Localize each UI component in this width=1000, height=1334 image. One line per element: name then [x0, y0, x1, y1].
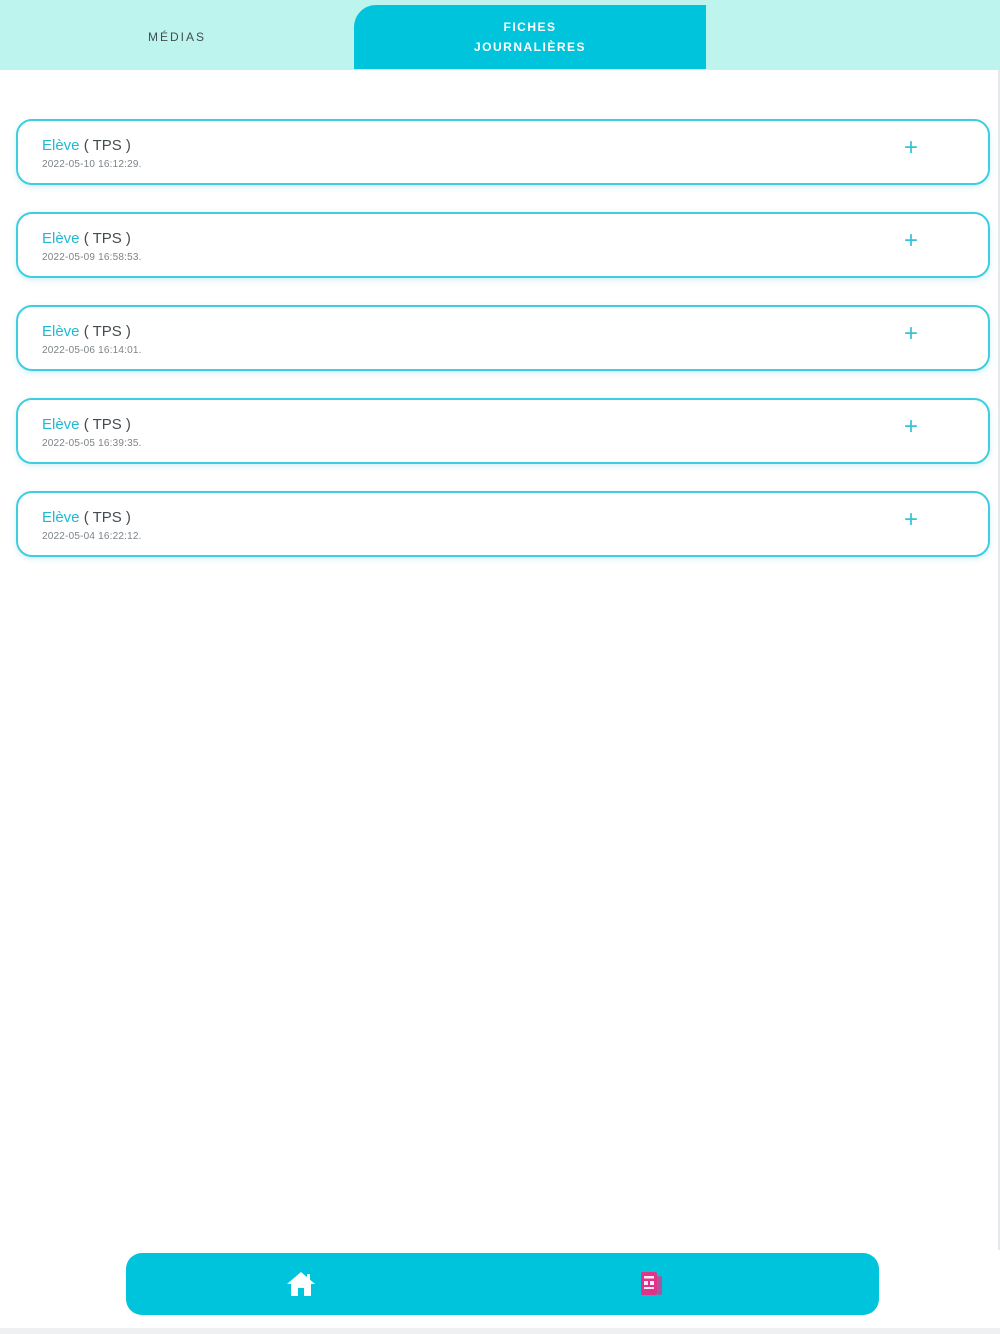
entry-class: ( TPS ) — [79, 230, 131, 247]
plus-icon[interactable]: + — [900, 229, 922, 253]
plus-icon[interactable]: + — [900, 136, 922, 160]
entry-class: ( TPS ) — [79, 509, 131, 526]
entry-role: Elève — [42, 230, 80, 247]
bottom-navigation — [126, 1253, 879, 1315]
entry-class: ( TPS ) — [79, 416, 131, 433]
plus-icon[interactable]: + — [900, 508, 922, 532]
tab-fiches-label-line2: JOURNALIÈRES — [473, 40, 586, 54]
daily-sheets-button[interactable] — [591, 1253, 711, 1315]
list-item[interactable]: Elève ( TPS ) 2022-05-06 16:14:01. + — [16, 305, 990, 371]
list-item[interactable]: Elève ( TPS ) 2022-05-05 16:39:35. + — [16, 398, 990, 464]
home-button[interactable] — [241, 1253, 361, 1315]
entry-role: Elève — [42, 416, 80, 433]
tab-bar: MÉDIAS FICHES JOURNALIÈRES — [0, 0, 1000, 70]
list-item[interactable]: Elève ( TPS ) 2022-05-04 16:22:12. + — [16, 491, 990, 557]
entry-date: 2022-05-05 16:39:35. — [42, 438, 142, 449]
entry-class: ( TPS ) — [79, 137, 131, 154]
entry-role: Elève — [42, 137, 80, 154]
entry-title: Elève ( TPS ) — [42, 416, 131, 434]
screen-bottom-edge — [0, 1328, 1000, 1334]
entry-role: Elève — [42, 509, 80, 526]
plus-icon[interactable]: + — [900, 415, 922, 439]
entry-title: Elève ( TPS ) — [42, 230, 131, 248]
plus-icon[interactable]: + — [900, 322, 922, 346]
entry-date: 2022-05-04 16:22:12. — [42, 531, 142, 542]
tab-medias-label: MÉDIAS — [147, 30, 206, 44]
entry-title: Elève ( TPS ) — [42, 137, 131, 155]
entry-title: Elève ( TPS ) — [42, 509, 131, 527]
daily-sheets-list: Elève ( TPS ) 2022-05-10 16:12:29. + Elè… — [16, 119, 990, 584]
document-icon — [641, 1272, 662, 1295]
entry-title: Elève ( TPS ) — [42, 323, 131, 341]
entry-date: 2022-05-06 16:14:01. — [42, 345, 142, 356]
home-icon — [287, 1272, 315, 1296]
tab-fiches-journalieres[interactable]: FICHES JOURNALIÈRES — [354, 5, 706, 69]
entry-date: 2022-05-10 16:12:29. — [42, 159, 142, 170]
entry-class: ( TPS ) — [79, 323, 131, 340]
list-item[interactable]: Elève ( TPS ) 2022-05-09 16:58:53. + — [16, 212, 990, 278]
entry-date: 2022-05-09 16:58:53. — [42, 252, 142, 263]
entry-role: Elève — [42, 323, 80, 340]
app-screen: MÉDIAS FICHES JOURNALIÈRES Elève ( TPS )… — [0, 0, 1000, 1334]
list-item[interactable]: Elève ( TPS ) 2022-05-10 16:12:29. + — [16, 119, 990, 185]
tab-medias[interactable]: MÉDIAS — [0, 5, 354, 69]
tab-fiches-label-line1: FICHES — [503, 20, 557, 34]
